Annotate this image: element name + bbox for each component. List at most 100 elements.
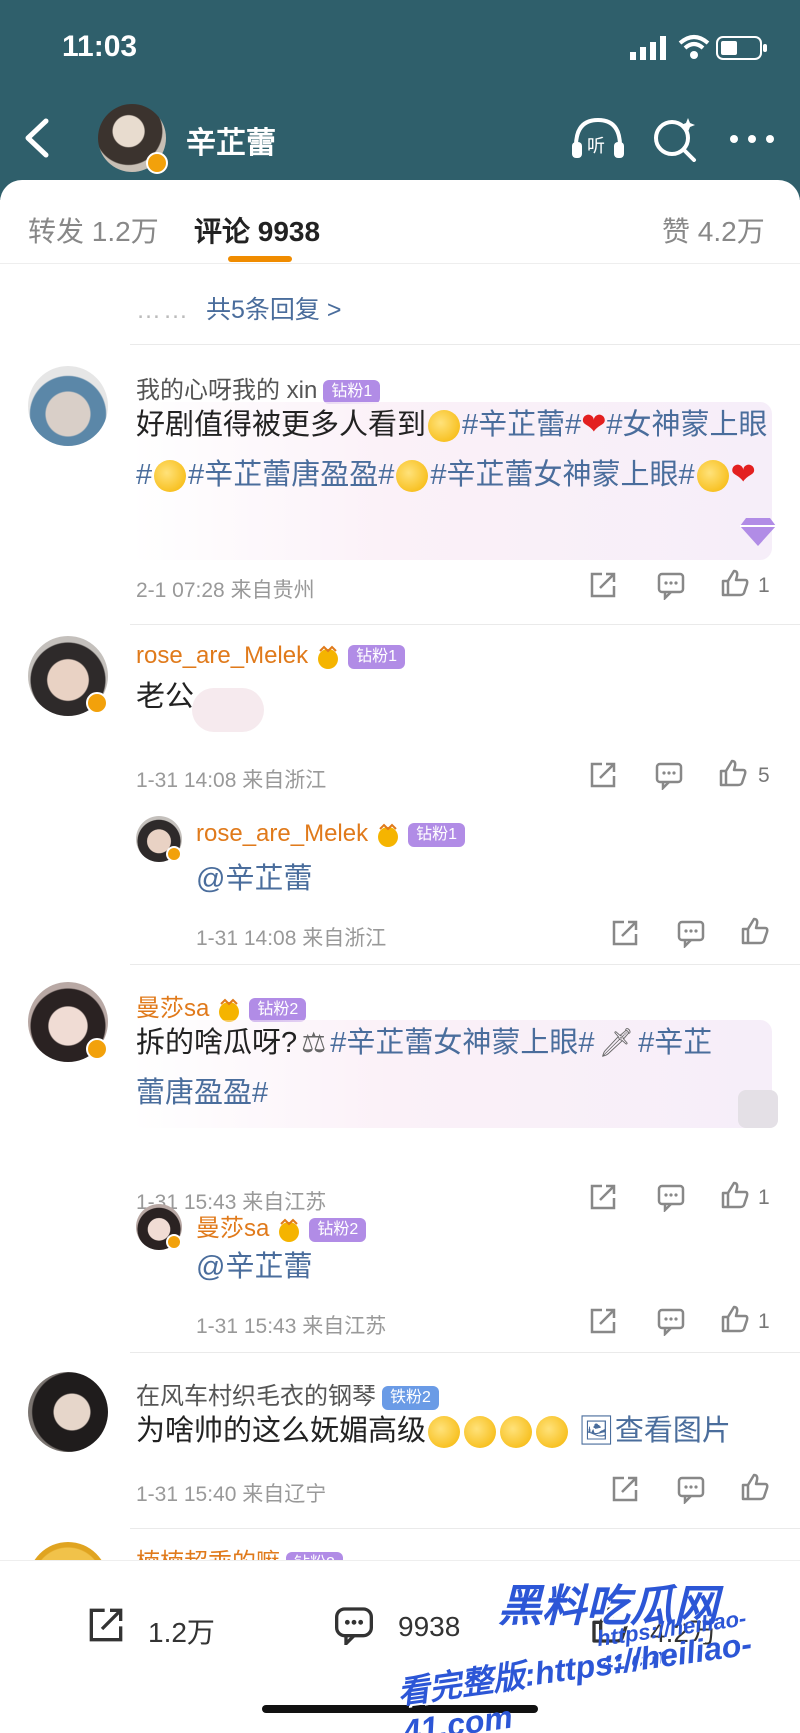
like-count: 1 <box>758 574 770 597</box>
heart-eyes-emoji-icon <box>428 1416 461 1449</box>
more-options-icon[interactable] <box>728 132 776 146</box>
replies-dots: …… <box>136 296 190 324</box>
scream-emoji-icon <box>154 460 187 493</box>
topic-link[interactable]: 蕾唐盈盈# <box>136 1077 268 1109</box>
reply-name-row: 曼莎sa 钻粉2 <box>196 1208 367 1243</box>
wifi-icon <box>678 35 710 59</box>
scream-emoji-icon <box>696 460 729 493</box>
bottom-repost-button[interactable]: 1.2万 <box>86 1601 226 1651</box>
view-all-replies-link[interactable]: …… 共5条回复 > <box>136 290 341 326</box>
reply-icon[interactable] <box>656 1182 686 1212</box>
reply-icon[interactable] <box>656 1306 686 1336</box>
crown-icon <box>318 645 339 669</box>
signal-icon <box>630 36 666 60</box>
bottom-repost-count: 1.2万 <box>148 1617 215 1648</box>
fan-badge: 钻粉2 <box>286 1551 343 1560</box>
divider <box>130 964 800 965</box>
smile-emoji-icon <box>428 410 461 443</box>
like-icon[interactable] <box>740 916 770 946</box>
scales-icon: ⚖ <box>301 1027 327 1058</box>
header: 11:03 辛芷蕾 听 <box>0 0 800 200</box>
commenter-name[interactable]: 楠楠超乖的嘛 <box>136 1549 280 1560</box>
repost-icon[interactable] <box>610 918 640 948</box>
back-arrow-icon[interactable] <box>22 118 52 158</box>
love-emoji-icon <box>396 460 429 493</box>
view-image-link[interactable]: 查看图片 <box>615 1415 731 1447</box>
comment-meta: 1-31 14:08 来自浙江 <box>136 769 327 792</box>
topic-link[interactable]: #辛芷 <box>638 1027 712 1059</box>
tab-likes[interactable]: 赞 4.2万 <box>662 210 765 250</box>
repost-icon[interactable] <box>610 1474 640 1504</box>
bottom-comment-count: 9938 <box>398 1611 461 1642</box>
headphones-icon[interactable]: 听 <box>570 116 626 162</box>
fan-badge: 钻粉2 <box>309 1217 367 1242</box>
mention-link[interactable]: @辛芷蕾 <box>196 1251 312 1283</box>
repost-icon[interactable] <box>588 760 618 790</box>
topic-link[interactable]: #辛芷蕾唐盈盈# <box>188 459 394 491</box>
commenter-name-row: 楠楠超乖的嘛钻粉2 <box>136 1542 343 1560</box>
comment-body: 为啥帅的这么妩媚高级 <box>136 1415 427 1447</box>
commenter-name-row: rose_are_Melek 钻粉1 <box>136 642 405 670</box>
like-icon[interactable] <box>720 1180 750 1210</box>
fan-badge: 钻粉1 <box>348 644 405 669</box>
comment-meta: 1-31 15:40 来自辽宁 <box>136 1483 327 1506</box>
like-count: 1 <box>758 1310 770 1333</box>
divider <box>130 1352 800 1353</box>
commenter-avatar[interactable] <box>28 1372 108 1452</box>
comment-body: 老公 <box>136 681 195 713</box>
reply-icon[interactable] <box>676 1474 706 1504</box>
repost-icon[interactable] <box>588 570 618 600</box>
verified-badge <box>146 152 168 174</box>
replies-label: 共5条回复 > <box>206 296 342 324</box>
divider <box>130 624 800 625</box>
like-icon[interactable] <box>720 568 750 598</box>
topic-link[interactable]: #辛芷蕾# <box>462 409 581 441</box>
reply-name[interactable]: 曼莎sa <box>196 1215 269 1242</box>
hug-emoji-icon <box>536 1416 569 1449</box>
fan-badge: 钻粉1 <box>408 822 465 847</box>
reply-icon[interactable] <box>654 760 684 790</box>
comment-body: 拆的啥瓜呀? <box>136 1027 298 1059</box>
comments-panel: 转发 1.2万 评论 9938 赞 4.2万 …… 共5条回复 > 我的心呀我的 … <box>0 180 800 1733</box>
divider <box>130 1528 800 1529</box>
watermark-url-prefix: 看完整版: <box>395 1656 538 1711</box>
search-icon[interactable] <box>650 114 698 162</box>
author-name[interactable]: 辛芷蕾 <box>186 118 276 162</box>
repost-icon[interactable] <box>588 1182 618 1212</box>
repost-icon[interactable] <box>588 1306 618 1336</box>
tab-comments[interactable]: 评论 9938 <box>194 210 320 250</box>
reply-icon[interactable] <box>676 918 706 948</box>
reply-icon[interactable] <box>656 570 686 600</box>
comment-text: 为啥帅的这么妩媚高级 🖼查看图片 <box>136 1406 786 1456</box>
topic-link[interactable]: #辛芷蕾女神蒙上眼# <box>330 1027 594 1059</box>
status-bar: 11:03 <box>0 0 800 95</box>
like-icon[interactable] <box>718 758 748 788</box>
commenter-name[interactable]: rose_are_Melek <box>136 642 308 669</box>
mention-link[interactable]: @辛芷蕾 <box>196 863 312 895</box>
tab-reposts[interactable]: 转发 1.2万 <box>28 210 159 250</box>
reply-meta: 1-31 15:43 来自江苏 <box>196 1315 387 1338</box>
heart-emoji-icon: ❤ <box>730 458 756 491</box>
comment-body: 好剧值得被更多人看到 <box>136 409 427 441</box>
reply-text: @辛芷蕾 <box>196 1242 312 1292</box>
image-icon: 🖼 <box>578 1415 615 1447</box>
heart-eyes-emoji-icon <box>464 1416 497 1449</box>
listen-label: 听 <box>587 136 605 157</box>
topic-link[interactable]: #辛芷蕾女神蒙上眼# <box>430 459 694 491</box>
sword-icon: 🗡 <box>598 1027 635 1058</box>
bottom-comment-button[interactable]: 9938 <box>332 1601 482 1651</box>
top-nav: 辛芷蕾 听 <box>0 98 800 182</box>
divider <box>130 344 800 345</box>
comment-meta: 2-1 07:28 来自贵州 <box>136 579 315 602</box>
like-icon[interactable] <box>720 1304 750 1334</box>
hug-emoji-icon <box>500 1416 533 1449</box>
repost-icon <box>89 1608 123 1642</box>
commenter-avatar[interactable] <box>28 366 108 446</box>
crown-icon <box>378 823 399 847</box>
like-count: 5 <box>758 764 770 787</box>
like-count: 1 <box>758 1186 770 1209</box>
reply-name-row: rose_are_Melek 钻粉1 <box>196 820 465 848</box>
like-icon[interactable] <box>740 1472 770 1502</box>
reply-name[interactable]: rose_are_Melek <box>196 820 368 847</box>
active-tab-indicator <box>228 256 292 262</box>
